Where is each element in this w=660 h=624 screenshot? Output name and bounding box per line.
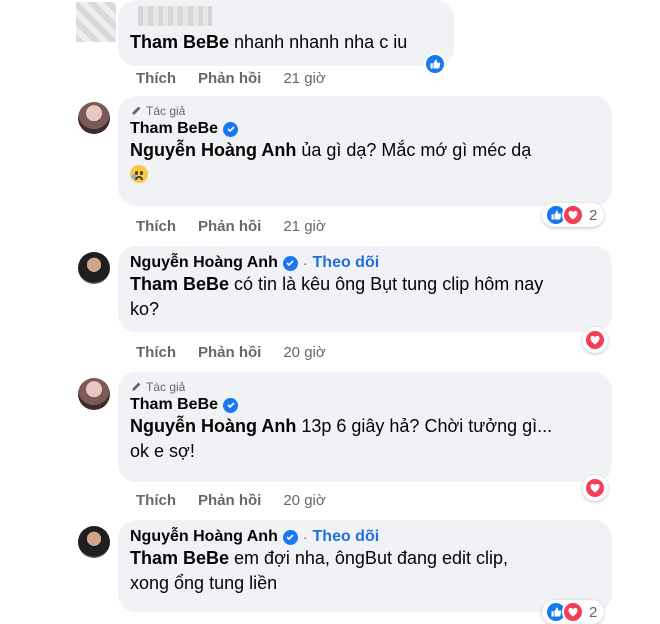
comment-text: có tin là kêu ông Bụt tung clip hôm nay — [234, 274, 544, 294]
reaction-summary[interactable] — [582, 475, 608, 501]
comment-text: nhanh nhanh nha c iu — [234, 32, 408, 52]
reaction-summary[interactable] — [424, 53, 446, 75]
comment-text: em đợi nha, ôngBut đang edit clip, — [234, 548, 509, 568]
reply-button[interactable]: Phản hồi — [198, 70, 261, 87]
comment-text-continued: xong ổng tung liền — [130, 573, 278, 593]
comment-text-continued: ok e sợ! — [130, 441, 195, 461]
reaction-summary[interactable] — [582, 327, 608, 353]
author-tag-label: Tác giả — [146, 104, 186, 118]
love-reaction-icon — [584, 329, 606, 351]
comment-text: 13p 6 giây hả? Chời tưởng gì... — [301, 416, 553, 436]
timestamp[interactable]: 21 giờ — [283, 70, 325, 87]
comment-text-continued: ko? — [130, 299, 160, 319]
like-button[interactable]: Thích — [136, 218, 176, 235]
comment-bubble-4: Tác giả Tham BeBe Nguyễn Hoàng Anh 13p 6… — [118, 372, 612, 482]
timestamp[interactable]: 20 giờ — [283, 492, 325, 509]
comment-bubble-5: Nguyễn Hoàng Anh · Theo dõi Tham BeBe em… — [118, 520, 612, 612]
love-reaction-icon — [562, 601, 584, 623]
verified-badge-icon — [282, 529, 298, 545]
blurred-name — [138, 6, 212, 26]
comment-actions-1: Thích Phản hồi 21 giờ — [136, 70, 326, 87]
avatar[interactable] — [78, 378, 110, 410]
like-button[interactable]: Thích — [136, 70, 176, 87]
love-reaction-icon — [562, 204, 584, 226]
comment-bubble-2: Tác giả Tham BeBe Nguyễn Hoàng Anh ủa gì… — [118, 96, 612, 206]
like-reaction-icon — [424, 53, 446, 75]
comment-bubble-3: Nguyễn Hoàng Anh · Theo dõi Tham BeBe có… — [118, 246, 612, 332]
mention-link[interactable]: Nguyễn Hoàng Anh — [130, 140, 296, 160]
reaction-summary[interactable]: 2 — [542, 600, 605, 624]
author-tag: Tác giả — [130, 380, 600, 394]
author-tag-label: Tác giả — [146, 380, 186, 394]
reaction-summary[interactable]: 2 — [542, 203, 605, 227]
like-button[interactable]: Thích — [136, 344, 176, 361]
reply-button[interactable]: Phản hồi — [198, 492, 261, 509]
reaction-count: 2 — [589, 206, 598, 224]
comment-bubble-1: Tham BeBe nhanh nhanh nha c iu — [118, 0, 454, 66]
mention-link[interactable]: Nguyễn Hoàng Anh — [130, 416, 296, 436]
reaction-count: 2 — [589, 603, 598, 621]
comment-actions-2: Thích Phản hồi 21 giờ — [136, 218, 326, 235]
love-reaction-icon — [584, 477, 606, 499]
comment-author[interactable]: Nguyễn Hoàng Anh — [130, 254, 278, 272]
timestamp[interactable]: 20 giờ — [283, 344, 325, 361]
mention-link[interactable]: Tham BeBe — [130, 548, 229, 568]
pencil-icon — [132, 382, 141, 391]
comment-author[interactable]: Nguyễn Hoàng Anh — [130, 528, 278, 546]
follow-button[interactable]: Theo dõi — [313, 528, 380, 546]
avatar[interactable] — [78, 102, 110, 134]
comment-actions-3: Thích Phản hồi 20 giờ — [136, 344, 326, 361]
comment-author[interactable]: Tham BeBe — [130, 120, 218, 138]
mention-link[interactable]: Tham BeBe — [130, 274, 229, 294]
reply-button[interactable]: Phản hồi — [198, 344, 261, 361]
author-tag: Tác giả — [130, 104, 600, 118]
follow-button[interactable]: Theo dõi — [313, 254, 380, 272]
separator-dot: · — [302, 529, 308, 545]
timestamp[interactable]: 21 giờ — [283, 218, 325, 235]
avatar[interactable] — [78, 526, 110, 558]
separator-dot: · — [302, 255, 308, 271]
verified-badge-icon — [282, 255, 298, 271]
like-button[interactable]: Thích — [136, 492, 176, 509]
pencil-icon — [132, 106, 141, 115]
verified-badge-icon — [223, 397, 239, 413]
avatar[interactable] — [76, 2, 116, 42]
avatar[interactable] — [78, 252, 110, 284]
comment-author[interactable]: Tham BeBe — [130, 396, 218, 414]
comment-actions-4: Thích Phản hồi 20 giờ — [136, 492, 326, 509]
reply-button[interactable]: Phản hồi — [198, 218, 261, 235]
sad-emoji-icon — [130, 165, 148, 183]
comment-author[interactable]: Tham BeBe — [130, 32, 229, 52]
comment-text: ủa gì dạ? Mắc mớ gì méc dạ — [301, 140, 532, 160]
verified-badge-icon — [223, 121, 239, 137]
